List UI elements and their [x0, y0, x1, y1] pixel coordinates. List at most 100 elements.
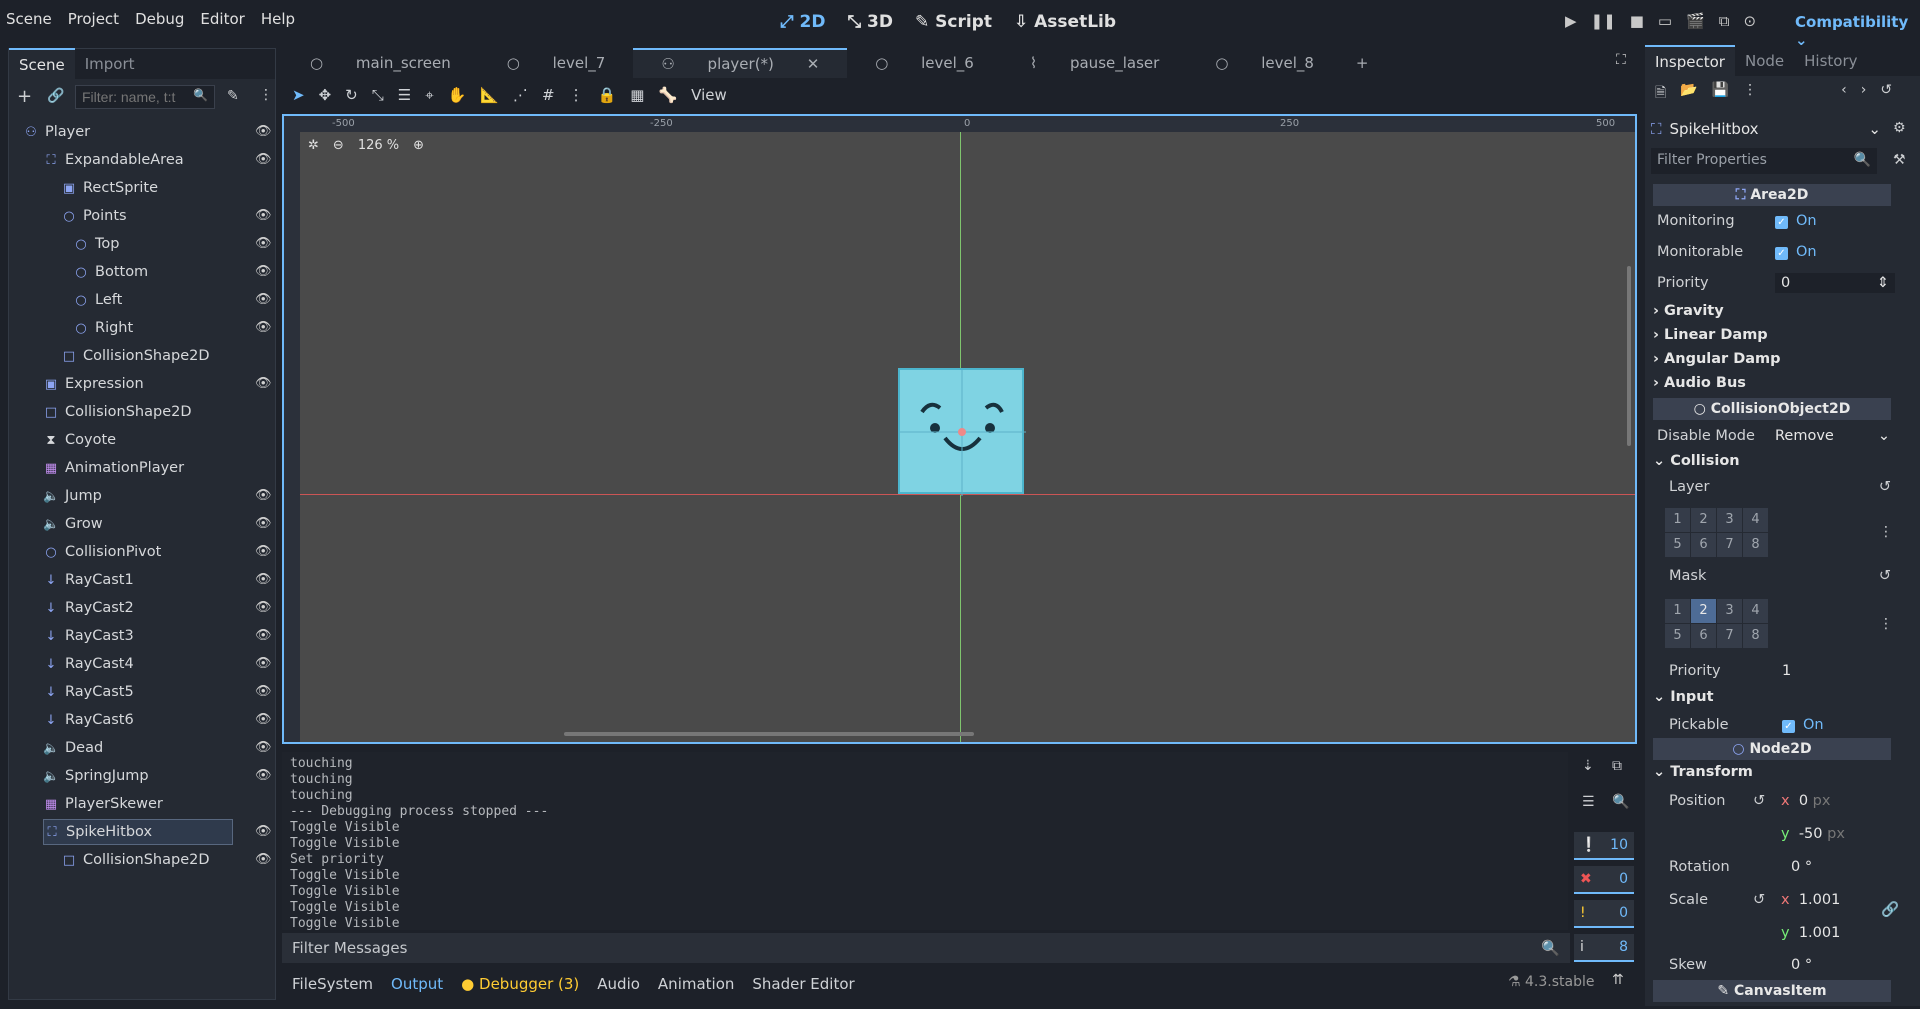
mode-3d-button[interactable]: ⤡ 3D	[847, 12, 892, 32]
group-angular-damp[interactable]: › Angular Damp	[1653, 351, 1781, 367]
visibility-icon[interactable]: 👁	[255, 544, 272, 559]
visibility-icon[interactable]: 👁	[255, 264, 272, 279]
remote-debug-icon[interactable]: ▭	[1658, 12, 1672, 30]
tree-node[interactable]: 🔈 Dead	[43, 735, 103, 761]
tree-node[interactable]: ↓ RayCast4	[43, 651, 134, 677]
visibility-icon[interactable]: 👁	[255, 824, 272, 839]
tab-debugger[interactable]: ● Debugger (3)	[461, 975, 579, 993]
revert-icon[interactable]: ↺	[1753, 793, 1765, 809]
node-selector[interactable]: ⛶ SpikeHitbox ⌄	[1651, 116, 1881, 142]
section-canvas-item[interactable]: ✎ CanvasItem	[1653, 980, 1891, 1002]
tab-history[interactable]: History	[1794, 46, 1867, 76]
group-transform[interactable]: ⌄ Transform	[1653, 764, 1753, 780]
mask-bit[interactable]: 3	[1717, 599, 1742, 623]
visibility-icon[interactable]: 👁	[255, 236, 272, 251]
visibility-icon[interactable]: 👁	[255, 628, 272, 643]
history-icon[interactable]: ↺	[1880, 82, 1892, 106]
layer-bit[interactable]: 3	[1717, 508, 1742, 532]
mask-bit[interactable]: 5	[1665, 624, 1690, 648]
snap-options-icon[interactable]: ⋮	[569, 86, 584, 104]
script-icon[interactable]: ⚙	[1893, 120, 1906, 136]
visibility-icon[interactable]: 👁	[255, 656, 272, 671]
pos-x-field[interactable]: x 0 px	[1781, 793, 1830, 809]
menu-help[interactable]: Help	[261, 10, 295, 28]
visibility-icon[interactable]: 👁	[255, 320, 272, 335]
mask-bit[interactable]: 7	[1717, 624, 1742, 648]
panel-toggle-icon[interactable]: ⇈	[1612, 972, 1624, 988]
message-counter[interactable]: ❕ 10	[1574, 832, 1634, 860]
tab-player[interactable]: ⚇ player(*) ✕	[633, 48, 848, 78]
mask-bit[interactable]: 2	[1691, 599, 1716, 623]
visibility-icon[interactable]: 👁	[255, 572, 272, 587]
monitoring-checkbox[interactable]: ✓ On	[1775, 213, 1817, 229]
play-icon[interactable]: ▶	[1565, 12, 1577, 30]
group-icon[interactable]: ▦	[630, 86, 644, 104]
tree-node[interactable]: 🔈 Grow	[43, 511, 103, 537]
canvas-viewport[interactable]: -500 -250 0 250 500 ✲ ⊖ 126 % ⊕	[282, 114, 1637, 744]
open-resource-icon[interactable]: 📂	[1680, 82, 1697, 106]
tree-node[interactable]: ↓ RayCast1	[43, 567, 134, 593]
visibility-icon[interactable]: 👁	[255, 292, 272, 307]
section-collision-object[interactable]: ○ CollisionObject2D	[1653, 398, 1891, 420]
skew-slider[interactable]: 0 °	[1791, 957, 1812, 973]
tab-audio[interactable]: Audio	[597, 975, 640, 993]
tree-node[interactable]: ○ Points	[61, 203, 126, 229]
renderer-select[interactable]: Compatibility ⌄	[1795, 13, 1920, 49]
tab-output[interactable]: Output	[391, 975, 443, 993]
mask-bit[interactable]: 4	[1743, 599, 1768, 623]
tree-node[interactable]: □ CollisionShape2D	[61, 847, 210, 873]
layer-bit[interactable]: 1	[1665, 508, 1690, 532]
tab-pause-laser[interactable]: ⌇ pause_laser	[1002, 49, 1187, 77]
zoom-out-icon[interactable]: ⊖	[333, 138, 344, 153]
priority-spinbox[interactable]: 0 ⇕	[1775, 273, 1895, 293]
save-resource-icon[interactable]: 💾	[1712, 82, 1729, 106]
tree-node[interactable]: 🔈 Jump	[43, 483, 102, 509]
bone-icon[interactable]: 🦴	[658, 86, 677, 104]
vertical-scrollbar[interactable]	[1627, 266, 1631, 446]
scale-y-field[interactable]: y 1.001	[1781, 925, 1840, 941]
visibility-icon[interactable]: 👁	[255, 712, 272, 727]
close-icon[interactable]: ✕	[793, 50, 834, 78]
tab-import[interactable]: Import	[75, 49, 145, 79]
pivot-tool-icon[interactable]: ⌖	[425, 86, 433, 104]
tab-inspector[interactable]: Inspector	[1645, 45, 1735, 77]
tree-node[interactable]: ⚇ Player	[23, 119, 90, 145]
layer-bit[interactable]: 5	[1665, 533, 1690, 557]
section-area2d[interactable]: ⛶ Area2D	[1653, 184, 1891, 206]
mask-bit[interactable]: 1	[1665, 599, 1690, 623]
add-node-icon[interactable]: +	[17, 86, 32, 107]
zoom-in-icon[interactable]: ⊕	[413, 138, 424, 153]
list-select-icon[interactable]: ☰	[398, 86, 411, 104]
layer-bit[interactable]: 8	[1743, 533, 1768, 557]
group-input[interactable]: ⌄ Input	[1653, 689, 1714, 705]
tree-node[interactable]: ▣ Expression	[43, 371, 144, 397]
group-gravity[interactable]: › Gravity	[1653, 303, 1724, 319]
tree-node[interactable]: ▦ AnimationPlayer	[43, 455, 184, 481]
visibility-icon[interactable]: 👁	[255, 488, 272, 503]
more-icon[interactable]: ⋮	[259, 87, 273, 103]
movie-icon[interactable]: ⊙	[1743, 12, 1756, 30]
tree-node[interactable]: □ CollisionShape2D	[43, 399, 192, 425]
tab-level-7[interactable]: ○ level_7	[479, 49, 634, 77]
grid-snap-icon[interactable]: #	[542, 86, 555, 104]
warning-counter[interactable]: ! 0	[1574, 900, 1634, 928]
tree-node[interactable]: ○ Right	[73, 315, 133, 341]
new-resource-icon[interactable]: 🗎	[1655, 82, 1666, 106]
move-tool-icon[interactable]: ✥	[319, 86, 332, 104]
play-scene-icon[interactable]: 🎬	[1686, 12, 1705, 30]
center-view-icon[interactable]: ✲	[308, 138, 319, 153]
forward-icon[interactable]: ›	[1861, 82, 1867, 106]
play-custom-icon[interactable]: ⧉	[1719, 12, 1730, 30]
mode-2d-button[interactable]: ⤢ 2D	[780, 12, 825, 32]
pickable-checkbox[interactable]: ✓ On	[1782, 717, 1824, 733]
tree-node[interactable]: ↓ RayCast2	[43, 595, 134, 621]
tree-node[interactable]: 🔈 SpringJump	[43, 763, 149, 789]
stop-icon[interactable]: ■	[1630, 12, 1644, 30]
attach-script-icon[interactable]: ✎	[227, 88, 239, 104]
tree-node[interactable]: ⧗ Coyote	[43, 427, 116, 453]
layer-bit[interactable]: 2	[1691, 508, 1716, 532]
link-icon[interactable]: 🔗	[1881, 901, 1899, 918]
scale-tool-icon[interactable]: ⤡	[372, 86, 384, 104]
back-icon[interactable]: ‹	[1841, 82, 1847, 106]
tab-animation[interactable]: Animation	[658, 975, 734, 993]
